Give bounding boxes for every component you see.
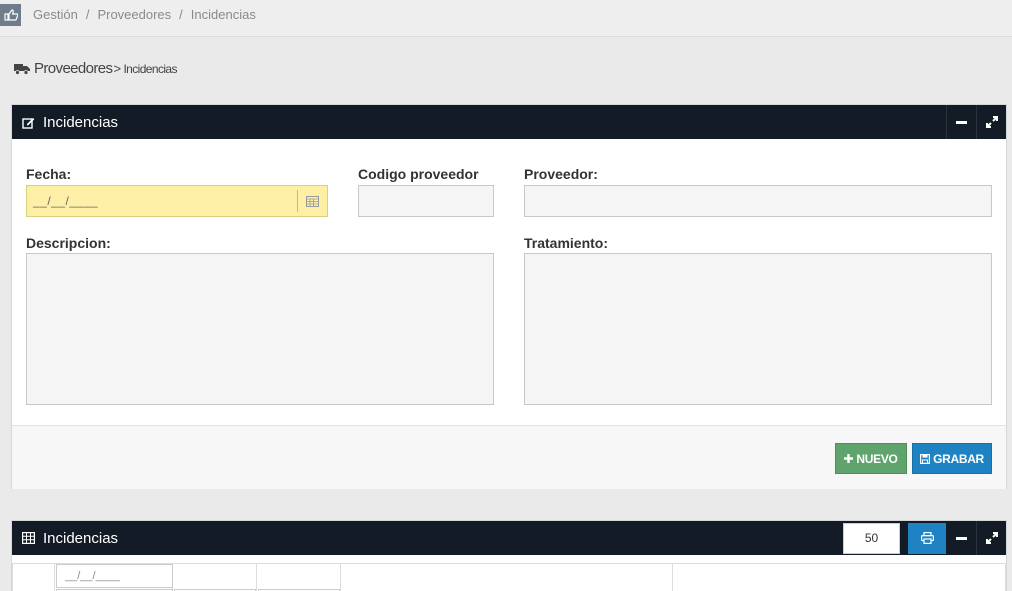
form-actions: NUEVO GRABAR	[12, 425, 1006, 489]
tratamiento-textarea[interactable]	[524, 253, 992, 405]
proveedor-label: Proveedor:	[524, 166, 598, 182]
table-icon	[21, 532, 35, 544]
minus-icon	[955, 536, 967, 540]
grabar-button[interactable]: GRABAR	[912, 443, 992, 474]
fecha-placeholder: __/__/____	[33, 194, 99, 208]
widget-header: Incidencias	[12, 105, 1006, 139]
collapse-button[interactable]	[946, 105, 976, 139]
widget-header: Incidencias 50	[12, 521, 1006, 555]
codigo-proveedor-field[interactable]	[358, 185, 494, 217]
form-body: Fecha: __/__/____ Codigo proveedor Prove…	[12, 139, 1006, 425]
page-title-sub: Incidencias	[123, 61, 177, 76]
plus-icon	[844, 454, 854, 463]
table-column-divider	[54, 563, 55, 591]
incidencias-table: __/__/____	[12, 555, 1006, 591]
table-column-divider	[256, 563, 257, 591]
fullscreen-button[interactable]	[976, 105, 1006, 139]
calendar-icon[interactable]	[297, 190, 327, 212]
incidencias-table-widget: Incidencias 50 __/__/____	[11, 520, 1007, 591]
collapse-button[interactable]	[946, 521, 976, 555]
tratamiento-label: Tratamiento:	[524, 235, 609, 251]
expand-icon	[985, 116, 998, 128]
page-title-main: Proveedores	[34, 60, 113, 77]
hand-pointer-icon[interactable]	[0, 3, 21, 26]
table-column-divider	[340, 563, 341, 591]
nuevo-label: NUEVO	[856, 451, 898, 466]
descripcion-textarea[interactable]	[26, 253, 494, 405]
truck-icon	[14, 63, 30, 75]
proveedor-field[interactable]	[524, 185, 992, 217]
fecha-label: Fecha:	[26, 166, 72, 182]
edit-icon	[21, 116, 35, 129]
table-column-divider	[672, 563, 673, 591]
table-column-divider	[1005, 563, 1006, 591]
fullscreen-button[interactable]	[976, 521, 1006, 555]
print-button[interactable]	[908, 522, 946, 554]
grabar-label: GRABAR	[933, 451, 984, 466]
codigo-proveedor-label: Codigo proveedor	[358, 166, 479, 182]
nuevo-button[interactable]: NUEVO	[835, 443, 907, 474]
page-size-input[interactable]: 50	[843, 522, 900, 554]
fecha-field[interactable]: __/__/____	[26, 185, 328, 217]
page-title: Proveedores > Incidencias	[14, 60, 177, 77]
widget-title: Incidencias	[43, 529, 119, 547]
widget-title: Incidencias	[43, 113, 119, 131]
descripcion-label: Descripcion:	[26, 235, 111, 251]
breadcrumb: Gestión / Proveedores / Incidencias	[33, 6, 256, 22]
breadcrumb-item-incidencias: Incidencias	[190, 6, 256, 22]
breadcrumb-item-proveedores[interactable]: Proveedores	[97, 7, 171, 22]
date-filter-input[interactable]: __/__/____	[56, 564, 173, 588]
print-icon	[920, 532, 934, 544]
incidencias-form-widget: Incidencias Fecha: __/__/____ Codigo pro…	[11, 104, 1007, 489]
breadcrumb-item-gestion[interactable]: Gestión	[33, 7, 78, 22]
table-column-divider	[12, 563, 13, 591]
save-icon	[920, 453, 931, 464]
minus-icon	[956, 120, 967, 124]
expand-icon	[985, 532, 998, 544]
top-breadcrumb-bar: Gestión / Proveedores / Incidencias	[0, 0, 1012, 37]
